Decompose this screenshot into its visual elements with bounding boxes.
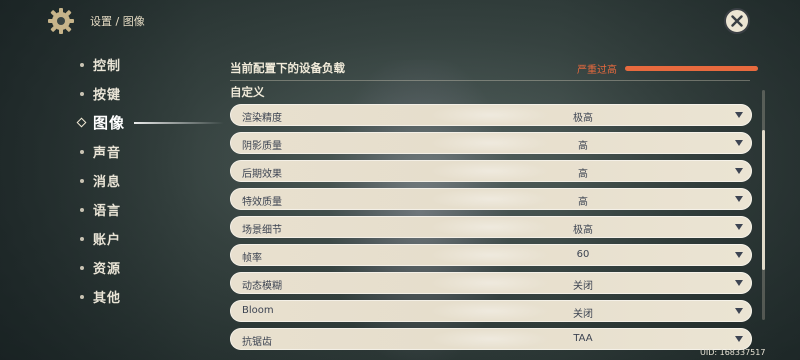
sidebar-item-label: 其他 <box>93 291 122 306</box>
section-title: 自定义 <box>230 85 265 99</box>
sidebar-item-label: 图像 <box>93 114 126 132</box>
bullet-icon <box>80 207 84 212</box>
chevron-down-icon <box>735 224 743 230</box>
settings-list: 渲染精度 极高 阴影质量 高 后期效果 高 特效质量 高 场景细节 极高 帧率 … <box>230 104 752 356</box>
sidebar-item-label: 资源 <box>93 262 122 277</box>
setting-row-scene-detail[interactable]: 场景细节 极高 <box>230 216 752 238</box>
bullet-icon <box>80 149 84 154</box>
close-icon <box>731 15 743 27</box>
scrollbar[interactable] <box>762 90 765 320</box>
breadcrumb-separator: / <box>115 15 120 28</box>
sidebar-item-label: 控制 <box>93 59 122 74</box>
divider <box>230 80 750 81</box>
breadcrumb: 设置 / 图像 <box>90 13 145 29</box>
setting-value: 关闭 <box>573 309 593 320</box>
chevron-down-icon <box>735 336 743 342</box>
setting-name: Bloom <box>242 305 274 316</box>
setting-row-motion-blur[interactable]: 动态模糊 关闭 <box>230 272 752 294</box>
setting-name: 渲染精度 <box>242 113 282 124</box>
setting-value: 极高 <box>573 113 593 124</box>
setting-value: 高 <box>578 197 588 208</box>
breadcrumb-parent[interactable]: 设置 <box>90 15 112 28</box>
sidebar-item-label: 语言 <box>93 204 122 219</box>
sidebar-item-label: 声音 <box>93 146 122 161</box>
device-load-label: 当前配置下的设备负载 <box>230 61 345 75</box>
setting-name: 阴影质量 <box>242 141 282 152</box>
sidebar-item-resources[interactable]: 资源 <box>76 253 216 282</box>
sidebar-item-graphics[interactable]: 图像 <box>76 108 224 137</box>
chevron-down-icon <box>735 280 743 286</box>
chevron-down-icon <box>735 252 743 258</box>
scrollbar-thumb[interactable] <box>762 130 765 270</box>
setting-value: 60 <box>576 249 590 260</box>
bullet-icon <box>80 178 84 183</box>
setting-name: 特效质量 <box>242 197 282 208</box>
setting-row-post-processing[interactable]: 后期效果 高 <box>230 160 752 182</box>
sidebar-item-account[interactable]: 账户 <box>76 224 216 253</box>
sidebar-item-language[interactable]: 语言 <box>76 195 216 224</box>
chevron-down-icon <box>735 168 743 174</box>
sidebar: 控制 按键 图像 声音 消息 语言 账户 资源 其他 <box>76 50 224 311</box>
device-load-bar <box>625 66 758 71</box>
sidebar-item-keybinds[interactable]: 按键 <box>76 79 216 108</box>
setting-value: 高 <box>578 141 588 152</box>
device-load-fill <box>625 66 758 71</box>
chevron-down-icon <box>735 140 743 146</box>
setting-row-anti-aliasing[interactable]: 抗锯齿 TAA <box>230 328 752 350</box>
bullet-icon <box>80 236 84 241</box>
setting-value: 极高 <box>573 225 593 236</box>
setting-row-shadow-quality[interactable]: 阴影质量 高 <box>230 132 752 154</box>
setting-value: 关闭 <box>573 281 593 292</box>
setting-row-frame-rate[interactable]: 帧率 60 <box>230 244 752 266</box>
setting-name: 帧率 <box>242 253 262 264</box>
bullet-icon <box>80 265 84 270</box>
sidebar-item-other[interactable]: 其他 <box>76 282 216 311</box>
bullet-icon <box>80 91 84 96</box>
sidebar-item-notifications[interactable]: 消息 <box>76 166 216 195</box>
gear-icon <box>46 6 76 36</box>
setting-row-render-resolution[interactable]: 渲染精度 极高 <box>230 104 752 126</box>
top-bar: 设置 / 图像 <box>0 0 800 40</box>
chevron-down-icon <box>735 196 743 202</box>
setting-row-bloom[interactable]: Bloom 关闭 <box>230 300 752 322</box>
sidebar-item-label: 按键 <box>93 88 122 103</box>
setting-row-effects-quality[interactable]: 特效质量 高 <box>230 188 752 210</box>
bullet-icon <box>80 62 84 67</box>
sidebar-item-label: 账户 <box>93 233 122 248</box>
bullet-icon <box>80 294 84 299</box>
sidebar-item-audio[interactable]: 声音 <box>76 137 216 166</box>
active-indicator <box>134 122 224 124</box>
sidebar-item-controls[interactable]: 控制 <box>76 50 216 79</box>
close-button[interactable] <box>724 8 750 34</box>
uid-label: UID: 168337517 <box>700 348 766 357</box>
setting-name: 动态模糊 <box>242 281 282 292</box>
setting-value: TAA <box>573 333 593 344</box>
sidebar-item-label: 消息 <box>93 175 122 190</box>
device-load-status: 严重过高 <box>577 65 617 76</box>
diamond-icon <box>76 117 87 128</box>
setting-name: 后期效果 <box>242 169 282 180</box>
setting-value: 高 <box>578 169 588 180</box>
setting-name: 抗锯齿 <box>242 337 272 348</box>
breadcrumb-current: 图像 <box>122 15 145 28</box>
graphics-settings-panel: 当前配置下的设备负载 严重过高 自定义 渲染精度 极高 阴影质量 高 后期效果 … <box>220 52 760 360</box>
chevron-down-icon <box>735 112 743 118</box>
chevron-down-icon <box>735 308 743 314</box>
setting-name: 场景细节 <box>242 225 282 236</box>
device-load-row: 当前配置下的设备负载 严重过高 <box>230 58 758 78</box>
